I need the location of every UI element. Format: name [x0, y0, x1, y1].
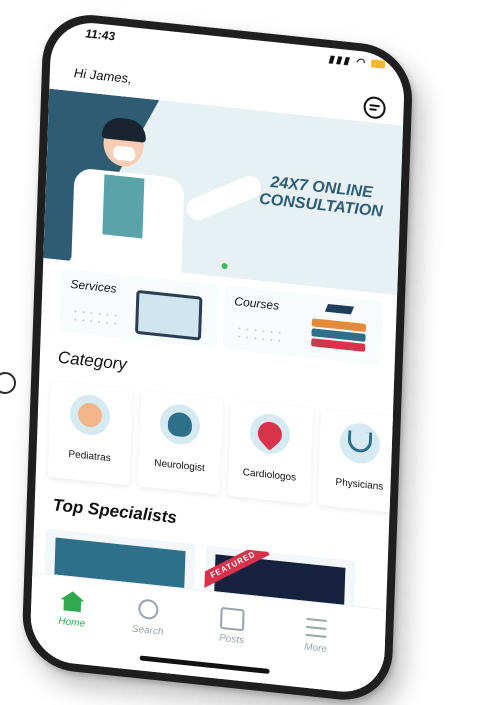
graduation-cap-icon [324, 303, 355, 315]
category-label: Physicians [335, 476, 384, 493]
status-icons: ▮▮▮ ◠ [328, 53, 386, 71]
category-label: Cardiologos [242, 467, 297, 484]
home-indicator [139, 655, 270, 675]
category-cardiologos[interactable]: Cardiologos [227, 399, 313, 505]
app-screen: 11:43 ▮▮▮ ◠ Hi James, 24X7 ONLINE CONSUL… [29, 18, 406, 696]
greeting-text: Hi James, [73, 65, 132, 87]
services-label: Services [70, 276, 117, 296]
home-icon [60, 590, 85, 612]
search-icon [138, 598, 159, 621]
menu-icon [305, 617, 327, 638]
battery-icon [370, 59, 386, 70]
phone-frame: 11:43 ▮▮▮ ◠ Hi James, 24X7 ONLINE CONSUL… [21, 10, 414, 705]
tab-posts[interactable]: Posts [196, 604, 267, 648]
courses-label: Courses [234, 294, 280, 313]
posts-icon [219, 606, 245, 632]
brain-icon [159, 402, 201, 447]
category-heading: Category [57, 347, 128, 374]
doctor-mask [112, 145, 136, 162]
baby-icon [69, 393, 111, 438]
category-row: Pediatras Neurologist Cardiologos Physic… [47, 380, 403, 514]
banner-indicator-dot [221, 262, 228, 270]
category-pediatras[interactable]: Pediatras [47, 380, 134, 486]
banner-title: 24X7 ONLINE CONSULTATION [258, 173, 384, 221]
phone-mockup: 11:43 ▮▮▮ ◠ Hi James, 24X7 ONLINE CONSUL… [21, 10, 414, 705]
video-call-icon [134, 289, 203, 341]
category-physicians[interactable]: Physicians [317, 409, 403, 514]
heart-icon [249, 411, 291, 456]
stethoscope-icon [339, 421, 381, 466]
category-neurologist[interactable]: Neurologist [137, 390, 223, 495]
top-specialists-heading: Top Specialists [52, 495, 178, 528]
category-label: Neurologist [154, 457, 205, 475]
wifi-icon: ◠ [355, 56, 367, 69]
tab-label: More [303, 641, 328, 656]
tab-label: Posts [218, 632, 245, 647]
decorative-ring [0, 372, 16, 394]
dots-pattern [235, 324, 286, 346]
tab-more[interactable]: More [280, 613, 351, 657]
doctor-shirt [102, 174, 145, 239]
books-icon [311, 303, 367, 354]
category-label: Pediatras [68, 448, 111, 465]
signal-icon: ▮▮▮ [328, 53, 352, 68]
status-time: 11:43 [85, 26, 116, 44]
tab-home[interactable]: Home [37, 588, 108, 632]
chat-bubble-icon[interactable] [363, 95, 386, 120]
tab-search[interactable]: Search [112, 596, 183, 640]
tab-label: Search [131, 623, 164, 638]
services-card[interactable]: Services [58, 267, 219, 349]
dots-pattern [71, 307, 122, 329]
courses-card[interactable]: Courses [222, 285, 383, 366]
tab-label: Home [58, 615, 86, 630]
consultation-banner[interactable]: 24X7 ONLINE CONSULTATION [43, 88, 404, 296]
